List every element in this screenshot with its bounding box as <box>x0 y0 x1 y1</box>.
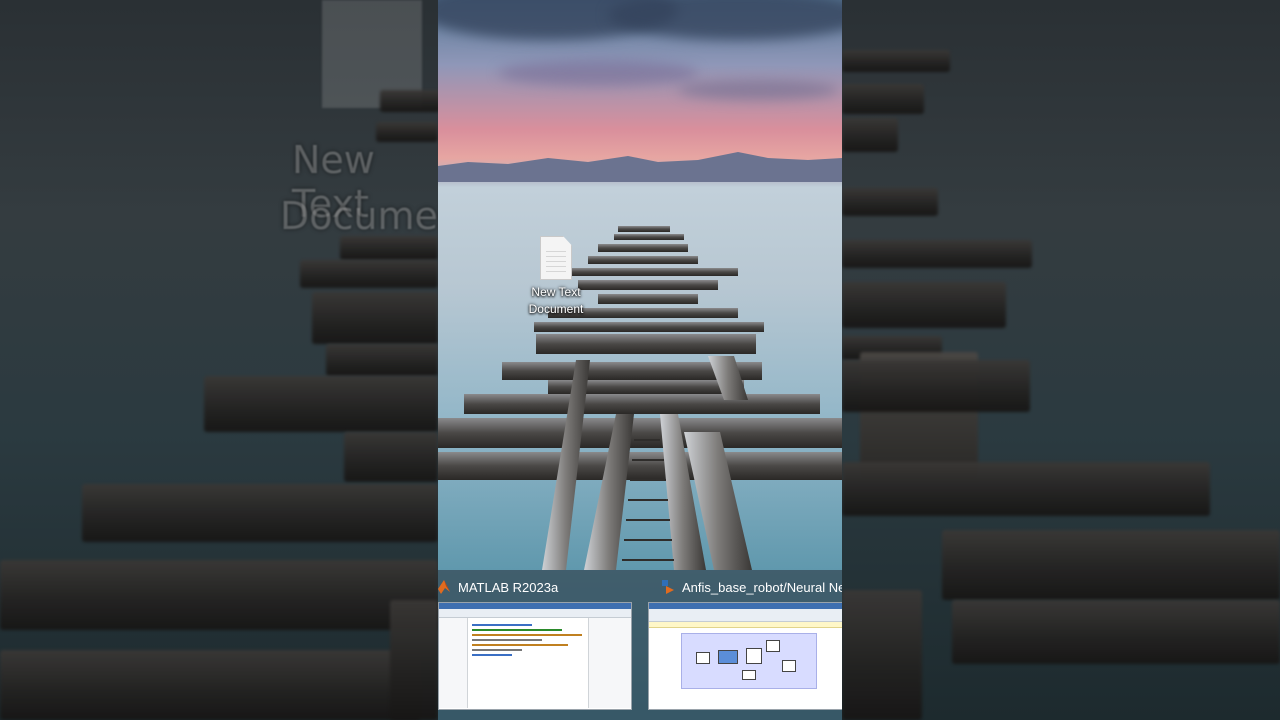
preview-title-bar: Anfis_base_robot/Neural Ne <box>662 578 842 596</box>
blurred-plank <box>842 360 1030 412</box>
blurred-plank <box>842 590 922 720</box>
blurred-plank <box>340 236 438 260</box>
blurred-plank <box>300 260 438 288</box>
blurred-plank <box>390 600 438 720</box>
blurred-plank <box>842 84 924 114</box>
blurred-plank <box>344 432 438 482</box>
text-file-icon <box>540 236 572 280</box>
blurred-background-left: New Text Documen <box>0 0 438 720</box>
blurred-plank <box>376 122 438 142</box>
blurred-icon-label-line2: Documen <box>280 194 438 238</box>
thumbnail-info-bar <box>649 622 842 628</box>
preview-title-bar: MATLAB R2023a <box>438 578 558 596</box>
blurred-plank <box>0 560 438 630</box>
desktop-screen: New Text Document MATLAB R2023a Anfis_ba… <box>438 0 842 720</box>
taskbar-thumbnail-strip: MATLAB R2023a Anfis_base_robot/Neural Ne <box>438 570 842 720</box>
blurred-background-right <box>842 0 1280 720</box>
blurred-plank <box>204 376 438 432</box>
blurred-plank <box>952 600 1280 664</box>
taskbar-preview-simulink[interactable]: Anfis_base_robot/Neural Ne <box>648 570 842 710</box>
blurred-plank <box>326 344 438 376</box>
blurred-plank <box>312 292 438 344</box>
blurred-plank <box>842 282 1006 328</box>
simulink-icon <box>662 580 674 594</box>
thumbnail-ribbon <box>439 609 631 618</box>
blurred-plank <box>380 90 438 112</box>
matlab-window-thumbnail <box>438 602 632 710</box>
blurred-plank <box>942 530 1280 600</box>
thumbnail-ribbon <box>649 609 842 622</box>
taskbar-preview-matlab[interactable]: MATLAB R2023a <box>438 570 632 710</box>
blurred-plank <box>842 118 898 152</box>
desktop-icon-new-text-document[interactable]: New Text Document <box>524 236 588 318</box>
blurred-plank <box>842 462 1210 516</box>
thumbnail-body <box>439 618 631 708</box>
simulink-model-canvas <box>681 633 817 689</box>
blurred-plank <box>842 50 950 72</box>
thumbnail-editor-pane <box>468 618 588 708</box>
preview-title: MATLAB R2023a <box>458 579 559 595</box>
blurred-plank <box>82 484 438 542</box>
simulink-window-thumbnail <box>648 602 842 710</box>
desktop-icon-label: New Text Document <box>516 284 596 318</box>
icon-label-line1: New Text <box>531 285 581 299</box>
icon-label-line2: Document <box>528 302 584 316</box>
blurred-plank <box>0 650 420 720</box>
matlab-icon <box>438 580 450 594</box>
thumbnail-file-pane <box>439 618 468 708</box>
preview-title: Anfis_base_robot/Neural Ne <box>682 579 842 595</box>
thumbnail-workspace-pane <box>588 618 631 708</box>
blurred-plank <box>842 240 1032 268</box>
blurred-plank <box>842 188 938 216</box>
